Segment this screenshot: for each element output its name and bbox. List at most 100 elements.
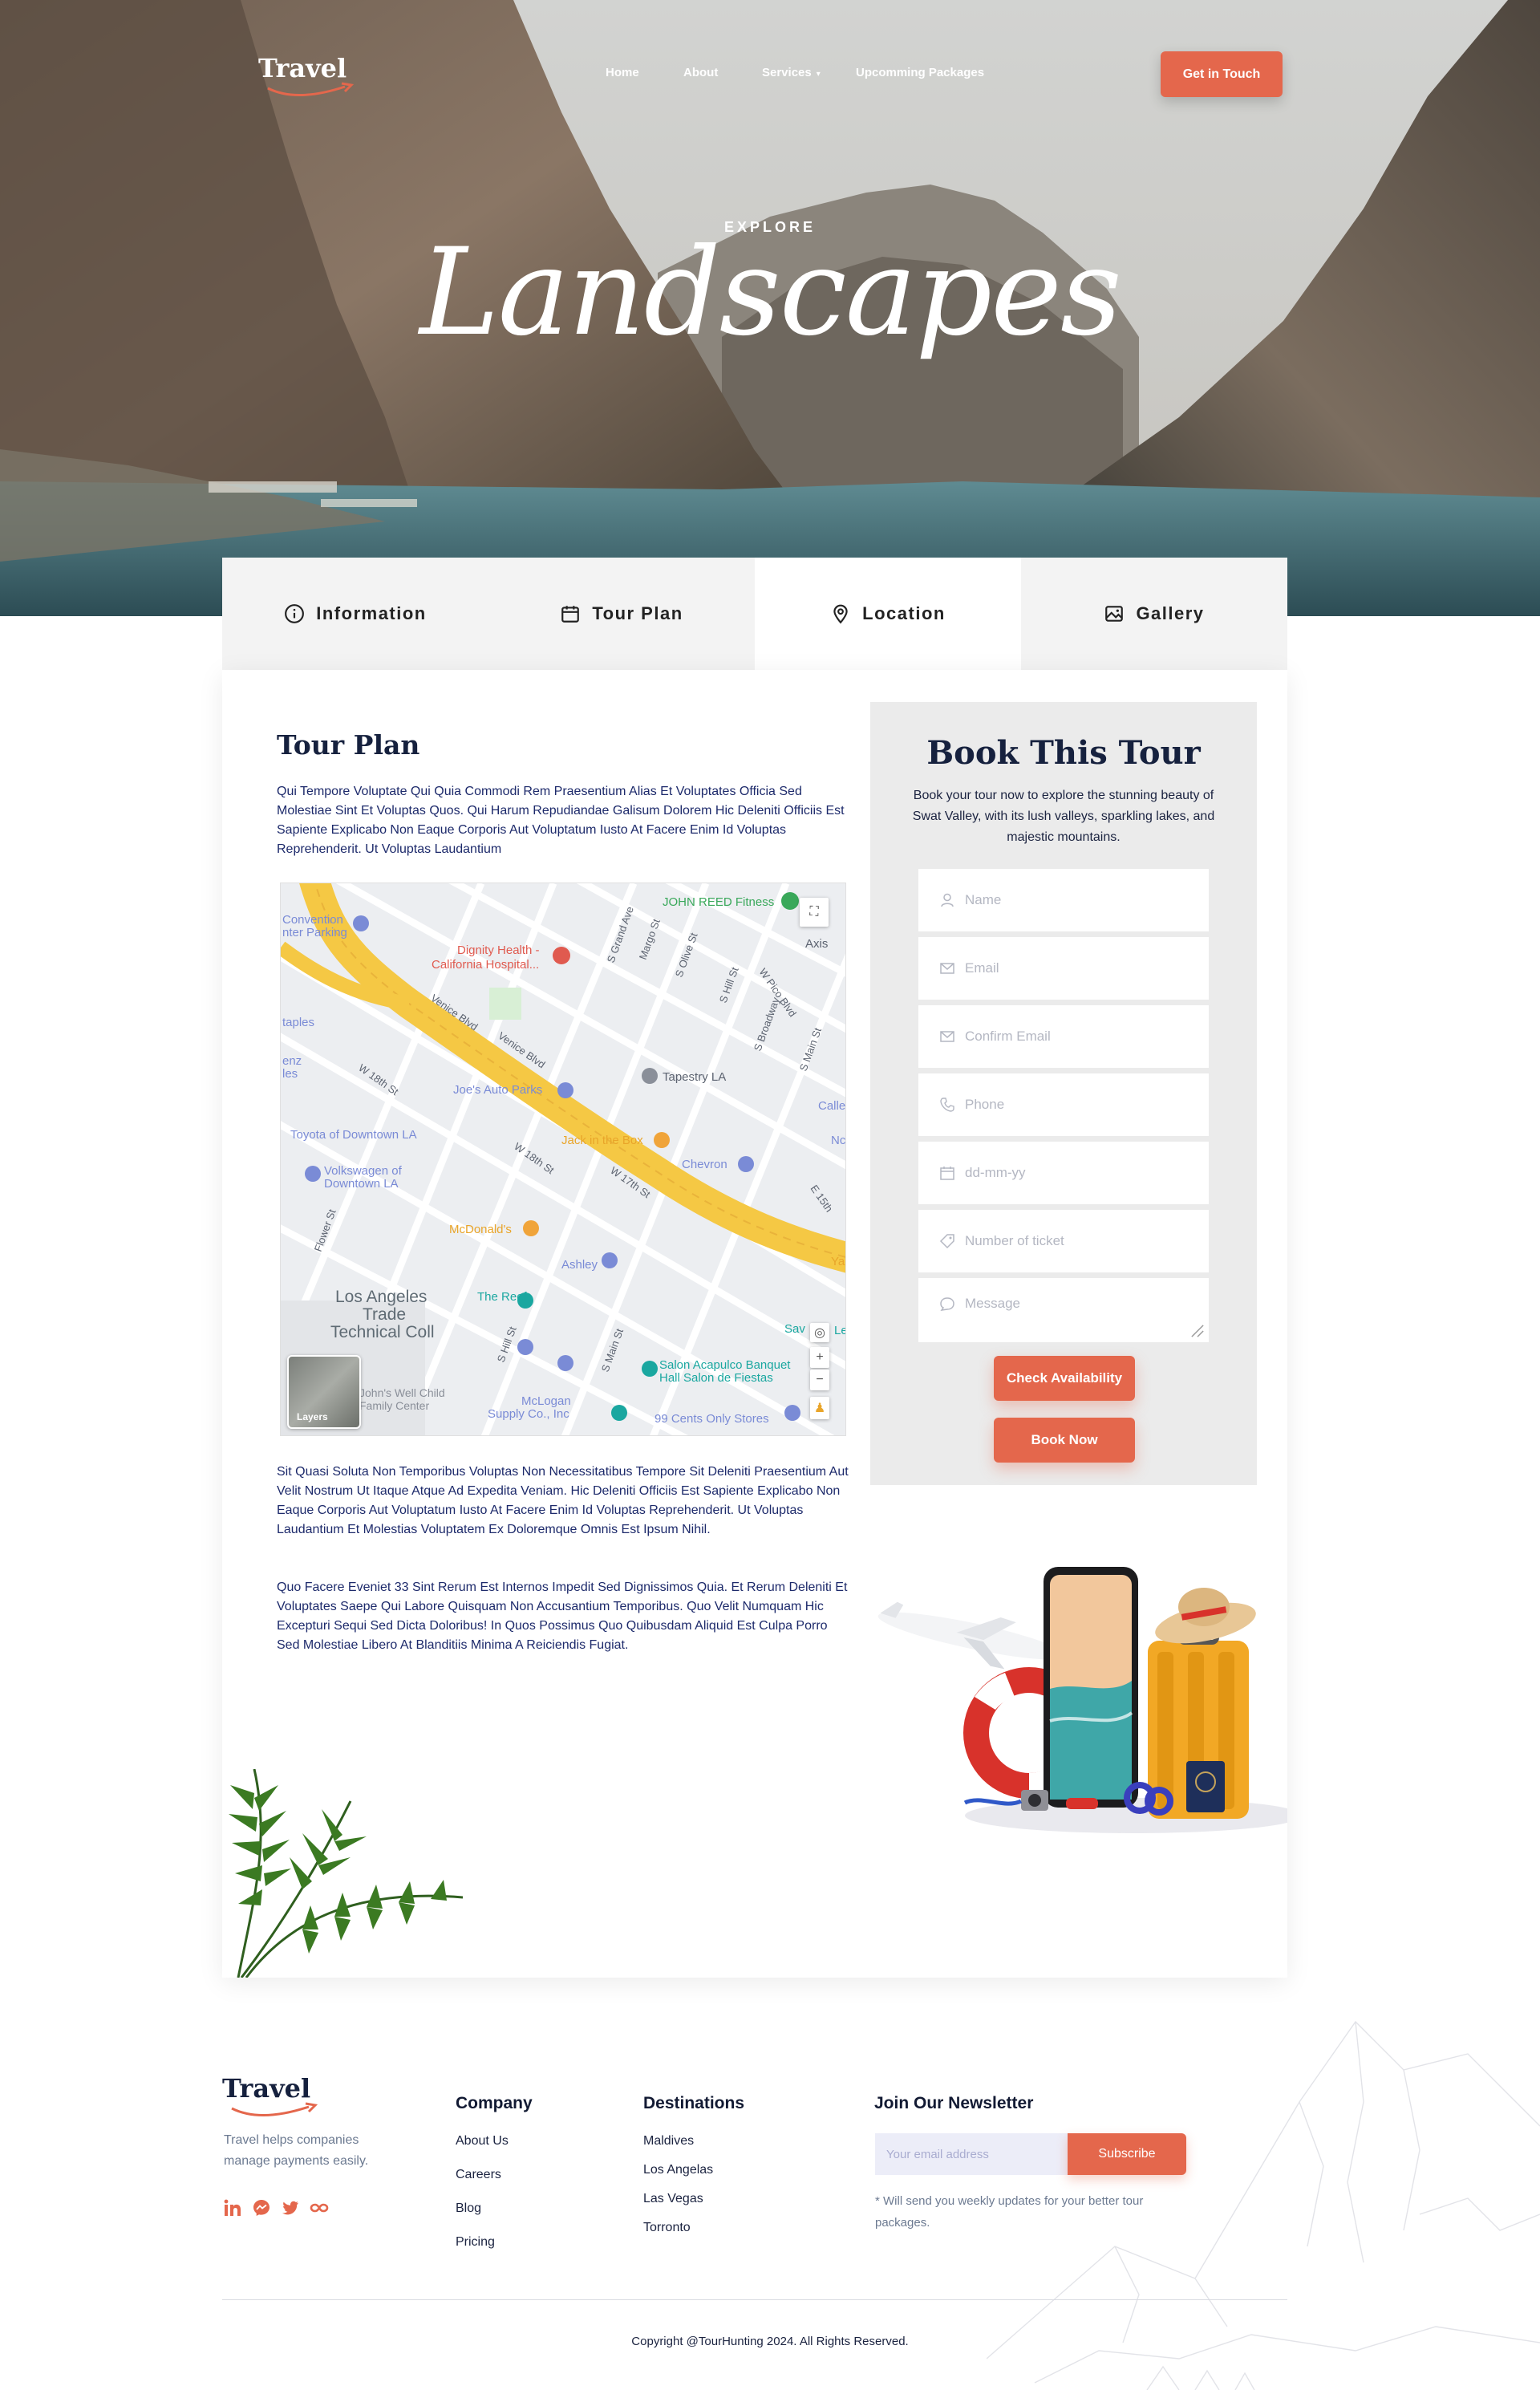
tab-tour-plan[interactable]: Tour Plan — [488, 558, 755, 670]
logo-swoosh-icon — [231, 2102, 318, 2117]
map-label: Sav — [784, 1322, 805, 1336]
twitter-icon[interactable] — [281, 2198, 300, 2218]
newsletter-email-input[interactable]: Your email address — [875, 2133, 1068, 2175]
section-title: Tour Plan — [277, 729, 420, 761]
newsletter-email-placeholder: Your email address — [886, 2147, 989, 2161]
tab-location-label: Location — [862, 603, 946, 623]
zoom-out-icon[interactable]: − — [810, 1369, 829, 1390]
nav-about[interactable]: About — [683, 66, 718, 79]
map-label: McLogan — [521, 1394, 571, 1408]
tickets-placeholder: Number of ticket — [965, 1233, 1064, 1248]
infinity-link-icon[interactable] — [310, 2198, 329, 2218]
detail-tabs: Information Tour Plan Location Gallery — [222, 558, 1287, 670]
calendar-icon — [561, 606, 580, 623]
map-label: Trade — [363, 1305, 406, 1324]
map-label: taples — [282, 1016, 314, 1029]
main-nav: Home About Services ▾ Upcomming Packages — [0, 66, 1540, 85]
info-icon — [285, 604, 305, 623]
email-placeholder: Email — [965, 960, 999, 976]
mail-icon — [940, 1031, 954, 1042]
fullscreen-icon[interactable]: ⛶ — [800, 898, 829, 927]
chat-bubble-icon — [940, 1297, 954, 1311]
nav-upcoming-packages[interactable]: Upcomming Packages — [856, 66, 984, 79]
name-placeholder: Name — [965, 892, 1002, 907]
map-label: Ashley — [561, 1258, 598, 1272]
calendar-icon — [940, 1167, 954, 1180]
messenger-icon[interactable] — [252, 2198, 271, 2218]
resize-handle-icon[interactable] — [1189, 1323, 1206, 1339]
tag-icon — [939, 1234, 954, 1249]
footer-link-maldives[interactable]: Maldives — [643, 2134, 694, 2149]
date-input[interactable]: dd-mm-yy — [918, 1142, 1209, 1204]
tab-tour-plan-label: Tour Plan — [592, 603, 683, 623]
name-input[interactable]: Name — [918, 869, 1209, 931]
map-canvas: Convention nter Parking Dignity Health -… — [281, 883, 846, 1435]
map-label: Downtown LA — [324, 1177, 399, 1191]
footer-company-title: Company — [456, 2094, 533, 2112]
zoom-in-icon[interactable]: + — [810, 1347, 829, 1368]
palm-leaf-decoration — [229, 1769, 463, 1978]
user-icon — [941, 893, 954, 907]
travel-essentials-illustration — [877, 1567, 1287, 1833]
map-label: Joe's Auto Parks — [453, 1083, 542, 1097]
map-label: enz — [282, 1054, 302, 1068]
phone-input[interactable]: Phone — [918, 1073, 1209, 1136]
book-now-button[interactable]: Book Now — [994, 1418, 1135, 1463]
footer-link-careers[interactable]: Careers — [456, 2168, 501, 2182]
map-label: California Hospital... — [432, 958, 539, 972]
date-placeholder: dd-mm-yy — [965, 1165, 1026, 1180]
map-label: Dignity Health - — [457, 943, 540, 957]
linkedin-icon[interactable] — [223, 2198, 242, 2218]
map-label: Convention — [282, 913, 343, 927]
map-label: Calle — [818, 1099, 845, 1113]
footer-link-las-vegas[interactable]: Las Vegas — [643, 2192, 703, 2206]
nav-services[interactable]: Services ▾ — [762, 66, 821, 79]
my-location-icon[interactable]: ◎ — [810, 1323, 829, 1342]
map-label: Axis — [805, 937, 828, 951]
footer-link-pricing[interactable]: Pricing — [456, 2235, 495, 2250]
confirm-email-placeholder: Confirm Email — [965, 1029, 1051, 1044]
map-label: Supply Co., Inc — [488, 1407, 569, 1421]
location-map[interactable]: Convention nter Parking Dignity Health -… — [280, 883, 846, 1436]
email-input[interactable]: Email — [918, 937, 1209, 1000]
footer-link-blog[interactable]: Blog — [456, 2201, 481, 2216]
map-label: Volkswagen of — [324, 1164, 403, 1178]
map-label: Le — [834, 1324, 846, 1337]
hero-banner: Travel Home About Services ▾ Upcomming Pa… — [0, 0, 1540, 616]
tab-gallery[interactable]: Gallery — [1021, 558, 1287, 670]
nav-home[interactable]: Home — [606, 66, 639, 79]
map-label: Technical Coll — [330, 1323, 435, 1341]
get-in-touch-button[interactable]: Get in Touch — [1161, 51, 1283, 97]
subscribe-button[interactable]: Subscribe — [1068, 2133, 1186, 2175]
confirm-email-input[interactable]: Confirm Email — [918, 1005, 1209, 1068]
map-label: Hall Salon de Fiestas — [659, 1371, 773, 1385]
map-label: Ya — [831, 1255, 845, 1268]
map-label: John's Well Child — [359, 1386, 445, 1399]
map-label: JOHN REED Fitness — [663, 895, 774, 909]
tab-gallery-label: Gallery — [1136, 603, 1205, 623]
map-label: les — [282, 1067, 298, 1081]
map-label: Toyota of Downtown LA — [290, 1128, 417, 1142]
map-label: Salon Acapulco Banquet — [659, 1358, 791, 1372]
map-label: Tapestry LA — [663, 1070, 726, 1084]
message-placeholder: Message — [965, 1296, 1020, 1311]
map-layers-toggle[interactable]: Layers — [287, 1355, 361, 1429]
image-icon — [1105, 606, 1124, 622]
tickets-input[interactable]: Number of ticket — [918, 1210, 1209, 1272]
tab-information[interactable]: Information — [222, 558, 488, 670]
newsletter-note: * Will send you weekly updates for your … — [875, 2194, 1144, 2230]
footer-link-about-us[interactable]: About Us — [456, 2134, 509, 2149]
tour-content-card: Tour Plan Qui Tempore Voluptate Qui Quia… — [222, 670, 1287, 1978]
copyright-text: Copyright @TourHunting 2024. All Rights … — [631, 2335, 909, 2348]
hero-title: Landscapes — [419, 223, 1122, 363]
message-textarea[interactable]: Message — [918, 1278, 1209, 1342]
footer-link-los-angelas[interactable]: Los Angelas — [643, 2163, 713, 2177]
street-view-pegman-icon[interactable]: ♟ — [810, 1397, 829, 1419]
map-layers-label: Layers — [297, 1411, 328, 1422]
tab-location[interactable]: Location — [755, 558, 1021, 670]
check-availability-button[interactable]: Check Availability — [994, 1356, 1135, 1401]
footer-link-torronto[interactable]: Torronto — [643, 2221, 691, 2235]
map-label: nter Parking — [282, 926, 347, 939]
map-label: McDonald's — [449, 1223, 512, 1236]
map-label: 99 Cents Only Stores — [654, 1412, 769, 1426]
